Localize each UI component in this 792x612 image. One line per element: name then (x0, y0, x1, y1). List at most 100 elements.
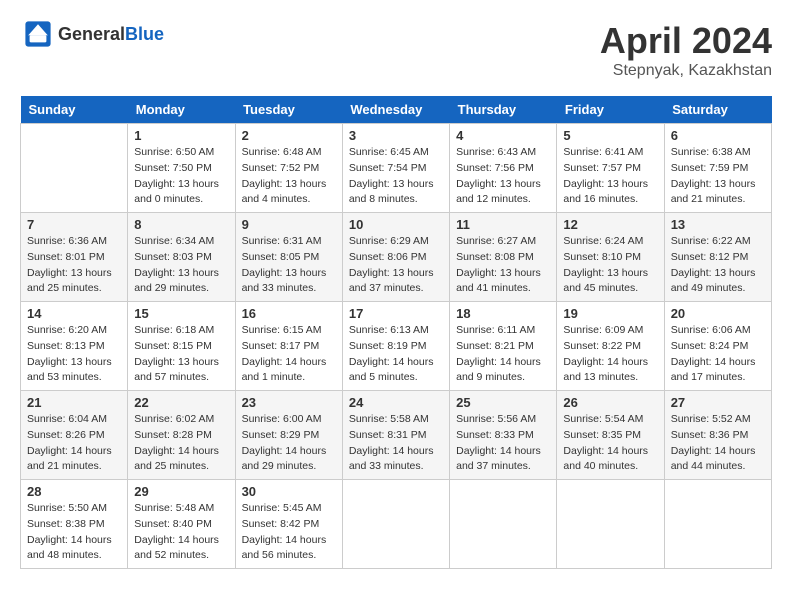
calendar-table: SundayMondayTuesdayWednesdayThursdayFrid… (20, 96, 772, 569)
day-number: 5 (563, 128, 657, 143)
page-header: GeneralBlue April 2024 Stepnyak, Kazakhs… (20, 20, 772, 80)
day-info: Sunrise: 6:22 AMSunset: 8:12 PMDaylight:… (671, 234, 765, 297)
header-row: SundayMondayTuesdayWednesdayThursdayFrid… (21, 96, 772, 124)
day-info: Sunrise: 6:06 AMSunset: 8:24 PMDaylight:… (671, 323, 765, 386)
day-cell (450, 480, 557, 569)
day-number: 14 (27, 306, 121, 321)
day-cell: 18 Sunrise: 6:11 AMSunset: 8:21 PMDayligh… (450, 302, 557, 391)
day-info: Sunrise: 6:48 AMSunset: 7:52 PMDaylight:… (242, 145, 336, 208)
day-info: Sunrise: 5:58 AMSunset: 8:31 PMDaylight:… (349, 412, 443, 475)
day-cell: 11 Sunrise: 6:27 AMSunset: 8:08 PMDayligh… (450, 213, 557, 302)
day-cell: 15Sunrise: 6:18 AMSunset: 8:15 PMDayligh… (128, 302, 235, 391)
day-cell (21, 124, 128, 213)
day-number: 24 (349, 395, 443, 410)
day-info: Sunrise: 6:18 AMSunset: 8:15 PMDaylight:… (134, 323, 228, 386)
day-info: Sunrise: 6:04 AMSunset: 8:26 PMDaylight:… (27, 412, 121, 475)
day-number: 1 (134, 128, 228, 143)
day-cell: 17Sunrise: 6:13 AMSunset: 8:19 PMDayligh… (342, 302, 449, 391)
day-info: Sunrise: 6:29 AMSunset: 8:06 PMDaylight:… (349, 234, 443, 297)
day-number: 3 (349, 128, 443, 143)
day-number: 10 (349, 217, 443, 232)
day-info: Sunrise: 6:43 AMSunset: 7:56 PMDaylight:… (456, 145, 550, 208)
day-number: 26 (563, 395, 657, 410)
day-number: 4 (456, 128, 550, 143)
day-info: Sunrise: 6:41 AMSunset: 7:57 PMDaylight:… (563, 145, 657, 208)
day-cell: 2 Sunrise: 6:48 AMSunset: 7:52 PMDaylight… (235, 124, 342, 213)
day-info: Sunrise: 6:38 AMSunset: 7:59 PMDaylight:… (671, 145, 765, 208)
day-number: 25 (456, 395, 550, 410)
day-cell: 29 Sunrise: 5:48 AMSunset: 8:40 PMDayligh… (128, 480, 235, 569)
day-info: Sunrise: 6:11 AMSunset: 8:21 PMDaylight:… (456, 323, 550, 386)
day-number: 20 (671, 306, 765, 321)
day-number: 11 (456, 217, 550, 232)
day-cell: 16 Sunrise: 6:15 AMSunset: 8:17 PMDayligh… (235, 302, 342, 391)
logo-blue: Blue (125, 24, 164, 44)
day-info: Sunrise: 6:09 AMSunset: 8:22 PMDaylight:… (563, 323, 657, 386)
day-number: 27 (671, 395, 765, 410)
day-info: Sunrise: 5:48 AMSunset: 8:40 PMDaylight:… (134, 501, 228, 564)
day-info: Sunrise: 6:15 AMSunset: 8:17 PMDaylight:… (242, 323, 336, 386)
day-cell: 26 Sunrise: 5:54 AMSunset: 8:35 PMDayligh… (557, 391, 664, 480)
logo: GeneralBlue (20, 20, 164, 48)
week-row-1: 1 Sunrise: 6:50 AMSunset: 7:50 PMDaylight… (21, 124, 772, 213)
day-cell: 28Sunrise: 5:50 AMSunset: 8:38 PMDayligh… (21, 480, 128, 569)
day-cell: 10 Sunrise: 6:29 AMSunset: 8:06 PMDayligh… (342, 213, 449, 302)
day-info: Sunrise: 5:50 AMSunset: 8:38 PMDaylight:… (27, 501, 121, 564)
header-cell-monday: Monday (128, 96, 235, 124)
day-number: 21 (27, 395, 121, 410)
day-cell: 27Sunrise: 5:52 AMSunset: 8:36 PMDayligh… (664, 391, 771, 480)
day-info: Sunrise: 6:34 AMSunset: 8:03 PMDaylight:… (134, 234, 228, 297)
day-number: 13 (671, 217, 765, 232)
day-info: Sunrise: 6:13 AMSunset: 8:19 PMDaylight:… (349, 323, 443, 386)
day-info: Sunrise: 6:50 AMSunset: 7:50 PMDaylight:… (134, 145, 228, 208)
day-number: 7 (27, 217, 121, 232)
day-number: 9 (242, 217, 336, 232)
day-cell: 25 Sunrise: 5:56 AMSunset: 8:33 PMDayligh… (450, 391, 557, 480)
day-cell: 12 Sunrise: 6:24 AMSunset: 8:10 PMDayligh… (557, 213, 664, 302)
calendar-body: 1 Sunrise: 6:50 AMSunset: 7:50 PMDaylight… (21, 124, 772, 569)
day-info: Sunrise: 6:27 AMSunset: 8:08 PMDaylight:… (456, 234, 550, 297)
header-cell-wednesday: Wednesday (342, 96, 449, 124)
day-number: 30 (242, 484, 336, 499)
day-cell: 1 Sunrise: 6:50 AMSunset: 7:50 PMDaylight… (128, 124, 235, 213)
day-info: Sunrise: 6:45 AMSunset: 7:54 PMDaylight:… (349, 145, 443, 208)
day-cell: 30 Sunrise: 5:45 AMSunset: 8:42 PMDayligh… (235, 480, 342, 569)
week-row-5: 28Sunrise: 5:50 AMSunset: 8:38 PMDayligh… (21, 480, 772, 569)
day-cell (664, 480, 771, 569)
day-info: Sunrise: 6:31 AMSunset: 8:05 PMDaylight:… (242, 234, 336, 297)
day-cell (342, 480, 449, 569)
day-number: 8 (134, 217, 228, 232)
week-row-4: 21 Sunrise: 6:04 AMSunset: 8:26 PMDayligh… (21, 391, 772, 480)
day-cell: 14 Sunrise: 6:20 AMSunset: 8:13 PMDayligh… (21, 302, 128, 391)
day-info: Sunrise: 5:45 AMSunset: 8:42 PMDaylight:… (242, 501, 336, 564)
header-cell-sunday: Sunday (21, 96, 128, 124)
day-number: 16 (242, 306, 336, 321)
day-cell: 7 Sunrise: 6:36 AMSunset: 8:01 PMDaylight… (21, 213, 128, 302)
day-number: 6 (671, 128, 765, 143)
day-cell: 4 Sunrise: 6:43 AMSunset: 7:56 PMDaylight… (450, 124, 557, 213)
week-row-2: 7 Sunrise: 6:36 AMSunset: 8:01 PMDaylight… (21, 213, 772, 302)
day-info: Sunrise: 6:24 AMSunset: 8:10 PMDaylight:… (563, 234, 657, 297)
day-number: 18 (456, 306, 550, 321)
day-info: Sunrise: 6:02 AMSunset: 8:28 PMDaylight:… (134, 412, 228, 475)
week-row-3: 14 Sunrise: 6:20 AMSunset: 8:13 PMDayligh… (21, 302, 772, 391)
day-cell: 8 Sunrise: 6:34 AMSunset: 8:03 PMDaylight… (128, 213, 235, 302)
day-cell: 5 Sunrise: 6:41 AMSunset: 7:57 PMDaylight… (557, 124, 664, 213)
calendar-header: SundayMondayTuesdayWednesdayThursdayFrid… (21, 96, 772, 124)
day-number: 29 (134, 484, 228, 499)
day-cell: 21 Sunrise: 6:04 AMSunset: 8:26 PMDayligh… (21, 391, 128, 480)
header-cell-saturday: Saturday (664, 96, 771, 124)
day-cell: 6 Sunrise: 6:38 AMSunset: 7:59 PMDaylight… (664, 124, 771, 213)
day-cell: 23Sunrise: 6:00 AMSunset: 8:29 PMDayligh… (235, 391, 342, 480)
day-info: Sunrise: 6:36 AMSunset: 8:01 PMDaylight:… (27, 234, 121, 297)
day-info: Sunrise: 5:54 AMSunset: 8:35 PMDaylight:… (563, 412, 657, 475)
logo-icon (24, 20, 52, 48)
day-number: 2 (242, 128, 336, 143)
day-number: 12 (563, 217, 657, 232)
day-info: Sunrise: 5:56 AMSunset: 8:33 PMDaylight:… (456, 412, 550, 475)
header-cell-thursday: Thursday (450, 96, 557, 124)
day-cell: 20 Sunrise: 6:06 AMSunset: 8:24 PMDayligh… (664, 302, 771, 391)
day-info: Sunrise: 6:20 AMSunset: 8:13 PMDaylight:… (27, 323, 121, 386)
logo-general: General (58, 24, 125, 44)
day-cell (557, 480, 664, 569)
